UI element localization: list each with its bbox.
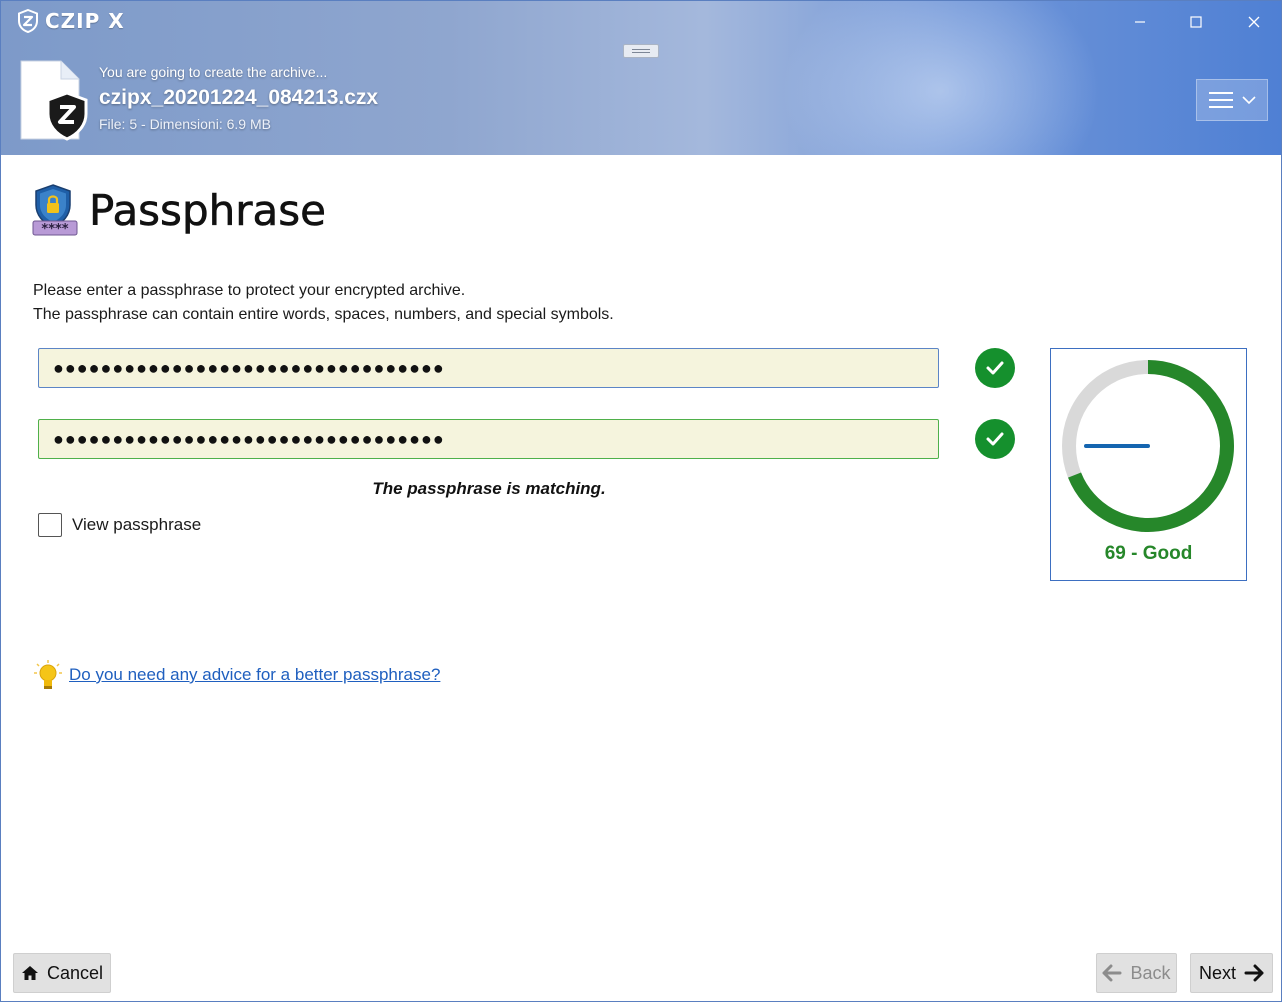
check-icon (986, 432, 1004, 446)
confirm-valid-indicator (975, 419, 1015, 459)
next-button[interactable]: Next (1190, 953, 1273, 993)
strength-gauge-dial (1062, 360, 1234, 532)
archive-filename: czipx_20201224_084213.czx (99, 86, 379, 109)
advice-row: Do you need any advice for a better pass… (33, 659, 440, 691)
page-description: Please enter a passphrase to protect you… (33, 279, 614, 327)
match-message: The passphrase is matching. (372, 479, 606, 498)
passphrase-input[interactable]: ●●●●●●●●●●●●●●●●●●●●●●●●●●●●●●●●● (38, 348, 939, 388)
svg-text:****: **** (41, 222, 68, 237)
czip-logo-icon (18, 9, 38, 33)
archive-file-icon (20, 60, 88, 141)
app-name: CZIP X (45, 9, 125, 33)
view-passphrase-label: View passphrase (72, 515, 202, 534)
app-window: CZIP X You are going to create the archi… (0, 0, 1282, 1002)
passphrase-confirm-input[interactable]: ●●●●●●●●●●●●●●●●●●●●●●●●●●●●●●●●● (38, 419, 939, 459)
back-label: Back (1130, 962, 1171, 983)
menu-button[interactable] (1196, 79, 1268, 121)
back-button[interactable]: Back (1096, 953, 1177, 993)
minimize-button[interactable] (1125, 7, 1155, 37)
cancel-button[interactable]: Cancel (13, 953, 111, 993)
minimize-icon (1135, 21, 1145, 23)
strength-gauge: 69 - Good (1050, 348, 1247, 581)
cancel-label: Cancel (46, 962, 104, 983)
description-line-2: The passphrase can contain entire words,… (33, 306, 614, 323)
arrow-left-icon (1102, 964, 1122, 982)
view-passphrase-option[interactable]: View passphrase (38, 513, 201, 537)
app-logo: CZIP X (17, 9, 125, 33)
page-title: Passphrase (89, 185, 327, 235)
header-glow (781, 1, 1101, 155)
advice-link[interactable]: Do you need any advice for a better pass… (69, 665, 440, 685)
chevron-down-icon (1242, 96, 1256, 105)
strength-label: 69 - Good (1104, 543, 1193, 564)
view-passphrase-checkbox[interactable] (38, 513, 62, 537)
page-title-row: **** Passphrase (31, 183, 326, 237)
maximize-button[interactable] (1181, 7, 1211, 37)
drag-handle[interactable] (623, 44, 659, 58)
archive-subtitle: You are going to create the archive... (99, 64, 328, 80)
shield-lock-icon: **** (32, 184, 78, 237)
header-banner: CZIP X You are going to create the archi… (1, 1, 1281, 155)
check-icon (986, 361, 1004, 375)
archive-info: You are going to create the archive... c… (99, 64, 378, 132)
close-button[interactable] (1239, 7, 1269, 37)
next-label: Next (1198, 962, 1236, 983)
close-icon (1248, 16, 1260, 28)
hamburger-icon (1209, 92, 1233, 108)
maximize-icon (1190, 16, 1202, 28)
archive-meta: File: 5 - Dimensioni: 6.9 MB (99, 116, 271, 132)
home-icon (21, 966, 38, 980)
lightbulb-icon (34, 660, 62, 689)
arrow-right-icon (1244, 964, 1264, 982)
description-line-1: Please enter a passphrase to protect you… (33, 282, 466, 299)
passphrase-valid-indicator (975, 348, 1015, 388)
